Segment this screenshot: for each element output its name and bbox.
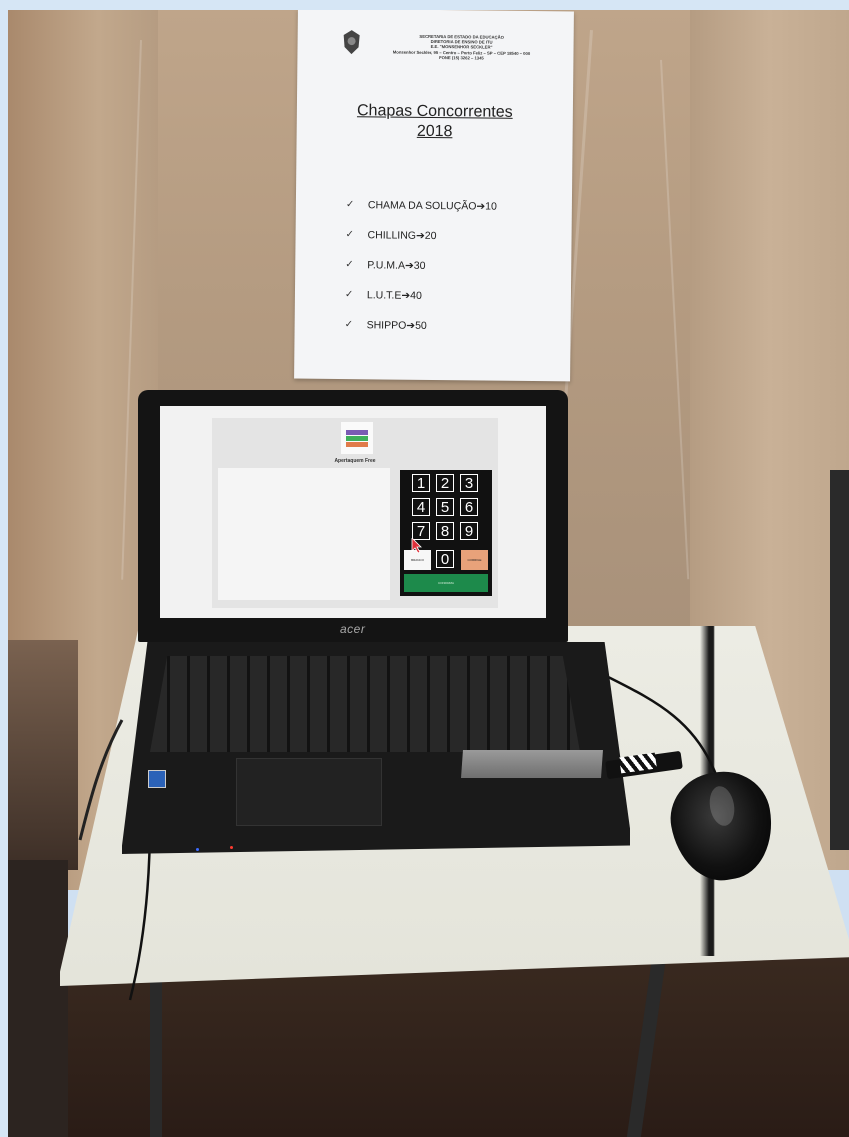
- logo-bar: [346, 436, 368, 441]
- key-0[interactable]: 0: [436, 550, 454, 568]
- key-6[interactable]: 6: [460, 498, 478, 516]
- corrige-button[interactable]: CORRIGE: [461, 550, 488, 570]
- key-1[interactable]: 1: [412, 474, 430, 492]
- status-led: [230, 846, 233, 849]
- key-8[interactable]: 8: [436, 522, 454, 540]
- key-4[interactable]: 4: [412, 498, 430, 516]
- logo-bar: [346, 430, 368, 435]
- key-2[interactable]: 2: [436, 474, 454, 492]
- key-9[interactable]: 9: [460, 522, 478, 540]
- app-title: Apertaquem Free: [334, 458, 376, 464]
- app-logo: [341, 422, 373, 454]
- photo-border-left: [0, 0, 8, 1137]
- laptop-keyboard: [150, 656, 580, 752]
- candidate-display-panel: [218, 468, 390, 600]
- spec-sticker: [461, 750, 603, 778]
- voting-app-window: Apertaquem Free 1 2 3 4 5 6 7 8 9 BRANCO…: [212, 418, 498, 608]
- intel-sticker: [148, 770, 166, 788]
- logo-bar: [346, 442, 368, 447]
- laptop-screen: Apertaquem Free 1 2 3 4 5 6 7 8 9 BRANCO…: [160, 406, 546, 618]
- key-5[interactable]: 5: [436, 498, 454, 516]
- status-led: [196, 848, 199, 851]
- photo-scene: SECRETARIA DE ESTADO DA EDUCAÇÃO DIRETOR…: [0, 0, 849, 1137]
- key-3[interactable]: 3: [460, 474, 478, 492]
- photo-border-top: [0, 0, 849, 10]
- acer-logo: acer: [340, 622, 366, 636]
- mouse-cursor-icon: [411, 538, 422, 554]
- confirma-button[interactable]: CONFIRMA: [404, 574, 488, 592]
- ballot-keypad: 1 2 3 4 5 6 7 8 9 BRANCO 0 CORRIGE CONFI…: [400, 470, 492, 596]
- touchpad: [236, 758, 382, 826]
- side-cable: [78, 719, 124, 841]
